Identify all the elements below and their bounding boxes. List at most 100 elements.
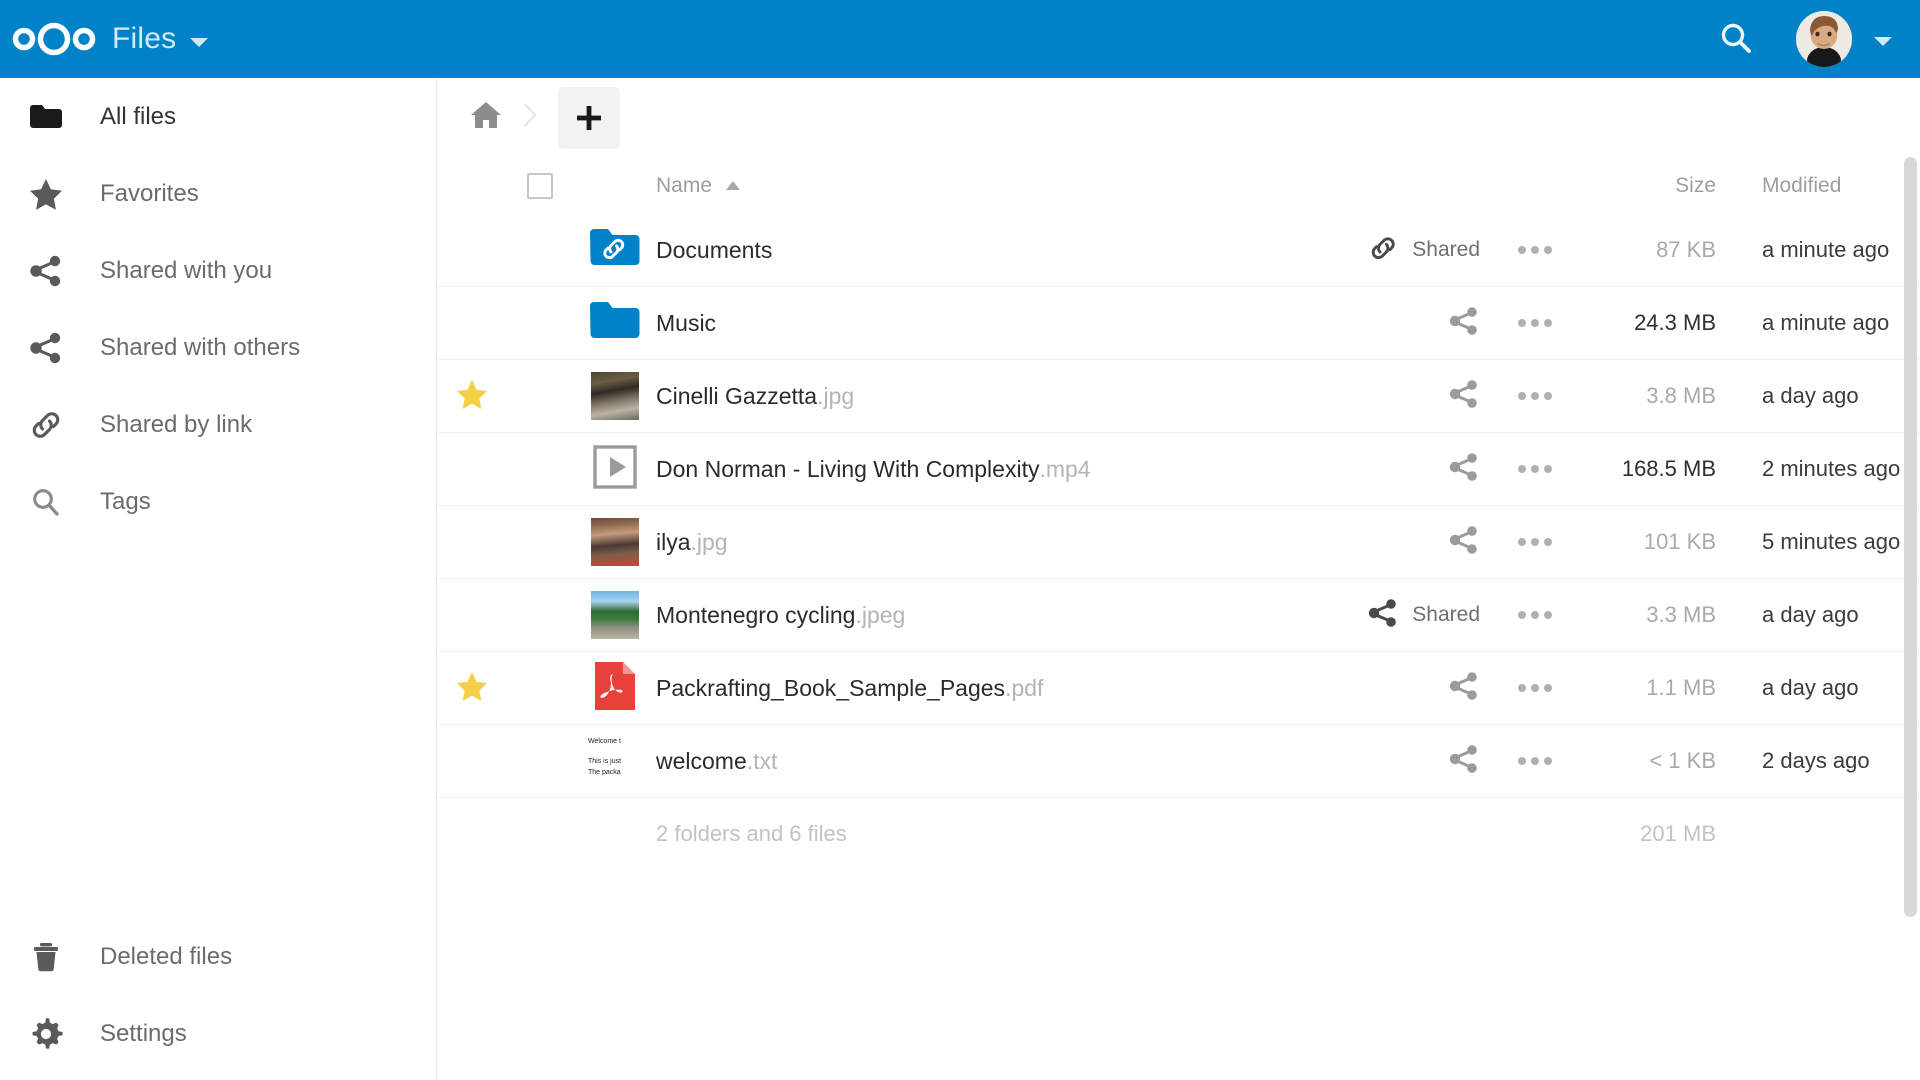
more-actions-icon[interactable]: [1518, 611, 1552, 619]
breadcrumb-home[interactable]: [460, 92, 512, 144]
sidebar-item-settings[interactable]: Settings: [0, 995, 436, 1072]
row-actions-cell[interactable]: [1480, 538, 1590, 546]
share-action-cell[interactable]: [1300, 744, 1480, 779]
file-modified: 2 minutes ago: [1762, 456, 1901, 481]
file-size-cell: 168.5 MB: [1590, 456, 1720, 482]
sidebar-item-label: Tags: [100, 487, 151, 515]
row-actions-cell[interactable]: [1480, 684, 1590, 692]
table-row[interactable]: Cinelli Gazzetta .jpg 3.8 MB a day ago: [438, 360, 1920, 433]
file-modified-cell: a day ago: [1720, 675, 1920, 701]
row-actions-cell[interactable]: [1480, 246, 1590, 254]
file-size: 24.3 MB: [1634, 310, 1716, 335]
row-actions-cell[interactable]: [1480, 392, 1590, 400]
file-icon-cell: [574, 299, 656, 348]
share-status-cell[interactable]: Shared: [1300, 234, 1480, 267]
video-play-icon: [592, 444, 638, 495]
link-icon: [1369, 234, 1399, 267]
table-row[interactable]: Don Norman - Living With Complexity.mp4: [438, 433, 1920, 506]
share-nodes-icon: [22, 324, 70, 372]
more-actions-icon[interactable]: [1518, 392, 1552, 400]
folder-icon: [589, 299, 641, 348]
file-extension: .jpg: [817, 382, 855, 409]
file-name: Don Norman - Living With Complexity: [656, 455, 1040, 482]
share-status-label: Shared: [1412, 603, 1480, 626]
table-row[interactable]: ilya .jpg 101 KB 5 minutes ago: [438, 506, 1920, 579]
table-row[interactable]: Welcome t This is just The packa welcome…: [438, 725, 1920, 798]
sidebar-item-shared-by-link[interactable]: Shared by link: [0, 386, 436, 463]
share-nodes-icon[interactable]: [1448, 379, 1480, 414]
footer-total-size-cell: 201 MB: [1590, 821, 1720, 847]
favorite-cell[interactable]: [438, 671, 506, 706]
table-row[interactable]: Documents Shared 87 KB a minute ago: [438, 214, 1920, 287]
star-icon[interactable]: [456, 671, 488, 706]
nextcloud-logo-link[interactable]: [0, 0, 108, 78]
sidebar-item-tags[interactable]: Tags: [0, 463, 436, 540]
file-size-cell: 3.3 MB: [1590, 602, 1720, 628]
share-nodes-icon[interactable]: [1448, 744, 1480, 779]
star-icon[interactable]: [456, 379, 488, 414]
share-action-cell[interactable]: [1300, 452, 1480, 487]
share-nodes-icon[interactable]: [1448, 452, 1480, 487]
sidebar-item-favorites[interactable]: Favorites: [0, 155, 436, 232]
chevron-down-icon[interactable]: [1874, 36, 1892, 46]
file-name: Music: [656, 309, 717, 336]
file-modified: a minute ago: [1762, 310, 1890, 335]
share-action-cell[interactable]: [1300, 306, 1480, 341]
sidebar-item-shared-with-you[interactable]: Shared with you: [0, 232, 436, 309]
more-actions-icon[interactable]: [1518, 757, 1552, 765]
row-actions-cell[interactable]: [1480, 611, 1590, 619]
chevron-right-icon: [520, 98, 540, 137]
file-name: ilya: [656, 528, 691, 555]
row-actions-cell[interactable]: [1480, 465, 1590, 473]
table-row[interactable]: Montenegro cycling .jpeg Shared 3.3 MB a…: [438, 579, 1920, 652]
more-actions-icon[interactable]: [1518, 684, 1552, 692]
share-nodes-icon: [1367, 598, 1399, 633]
sort-by-name-button[interactable]: Name: [656, 174, 741, 198]
file-name-cell[interactable]: Cinelli Gazzetta .jpg: [656, 383, 1300, 410]
modified-column-header[interactable]: Modified: [1720, 174, 1920, 198]
new-file-button[interactable]: [558, 86, 620, 149]
size-column-header[interactable]: Size: [1590, 174, 1720, 198]
table-row[interactable]: Packrafting_Book_Sample_Pages .pdf 1.1 M…: [438, 652, 1920, 725]
share-action-cell[interactable]: [1300, 525, 1480, 560]
vertical-scrollbar[interactable]: [1904, 157, 1917, 917]
row-actions-cell[interactable]: [1480, 319, 1590, 327]
more-actions-icon[interactable]: [1518, 246, 1552, 254]
chevron-down-icon[interactable]: [190, 37, 209, 47]
select-all-checkbox[interactable]: [527, 172, 553, 199]
sidebar-item-all-files[interactable]: All files: [0, 78, 436, 155]
file-name-cell[interactable]: ilya .jpg: [656, 529, 1300, 556]
sidebar-item-deleted-files[interactable]: Deleted files: [0, 918, 436, 995]
more-actions-icon[interactable]: [1518, 319, 1552, 327]
column-label-size: Size: [1675, 173, 1716, 197]
row-actions-cell[interactable]: [1480, 757, 1590, 765]
file-size-cell: 101 KB: [1590, 529, 1720, 555]
folder-file-count: 2 folders and 6 files: [656, 821, 847, 846]
more-actions-icon[interactable]: [1518, 465, 1552, 473]
file-name-cell[interactable]: Music: [656, 310, 1300, 337]
share-nodes-icon[interactable]: [1448, 525, 1480, 560]
share-nodes-icon[interactable]: [1448, 671, 1480, 706]
file-name-cell[interactable]: Documents: [656, 237, 1300, 264]
file-icon-cell: [574, 660, 656, 717]
current-app-title: Files: [112, 22, 177, 55]
share-nodes-icon[interactable]: [1448, 306, 1480, 341]
share-action-cell[interactable]: [1300, 671, 1480, 706]
table-row[interactable]: Music 24.3 MB a minute ago: [438, 287, 1920, 360]
search-icon[interactable]: [1714, 17, 1758, 61]
avatar[interactable]: [1796, 11, 1852, 67]
file-name-cell[interactable]: Montenegro cycling .jpeg: [656, 602, 1300, 629]
file-name-cell[interactable]: welcome .txt: [656, 748, 1300, 775]
file-name-cell[interactable]: Packrafting_Book_Sample_Pages .pdf: [656, 675, 1300, 702]
share-action-cell[interactable]: [1300, 379, 1480, 414]
share-status-cell[interactable]: Shared: [1300, 598, 1480, 633]
file-name-cell[interactable]: Don Norman - Living With Complexity .mp4: [656, 456, 1300, 483]
file-icon-cell: [574, 444, 656, 495]
app-header: Files: [0, 0, 1920, 78]
more-actions-icon[interactable]: [1518, 538, 1552, 546]
sidebar-item-shared-with-others[interactable]: Shared with others: [0, 309, 436, 386]
file-modified-cell: 5 minutes ago: [1720, 529, 1920, 555]
nextcloud-logo: [11, 21, 97, 57]
favorite-cell[interactable]: [438, 379, 506, 414]
file-size-cell: 1.1 MB: [1590, 675, 1720, 701]
